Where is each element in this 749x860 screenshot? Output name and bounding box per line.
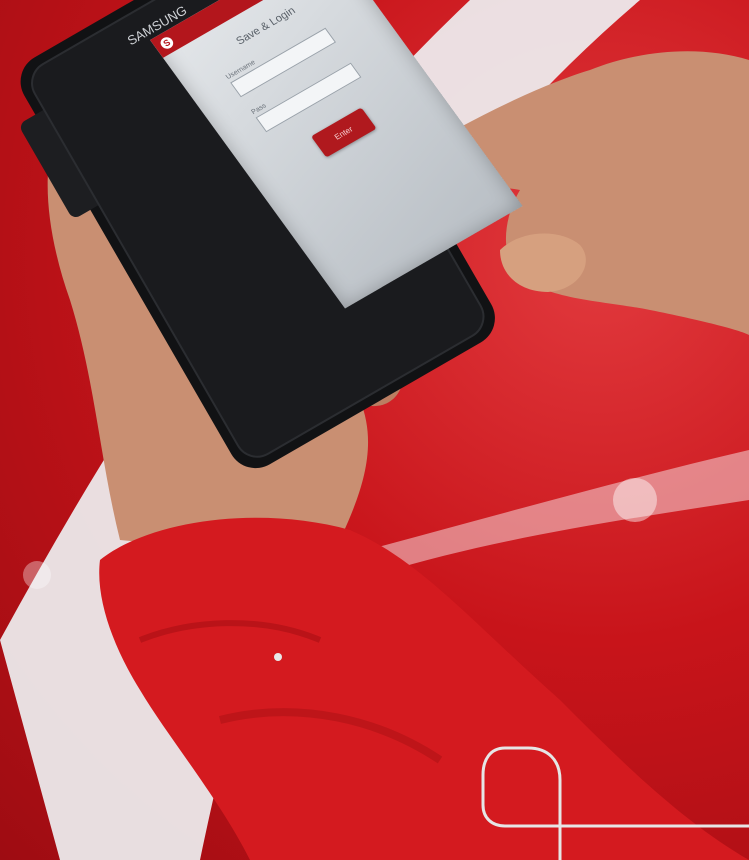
light-glare: [613, 478, 657, 522]
light-glare-small: [23, 561, 51, 589]
curled-finger: [500, 233, 586, 292]
enter-button[interactable]: Enter: [310, 107, 377, 158]
sleeve-button: [274, 653, 282, 661]
app-logo-icon: S: [158, 35, 176, 51]
photo-scene: SAMSUNG S Save & Login Username Pass Ent…: [0, 0, 749, 860]
